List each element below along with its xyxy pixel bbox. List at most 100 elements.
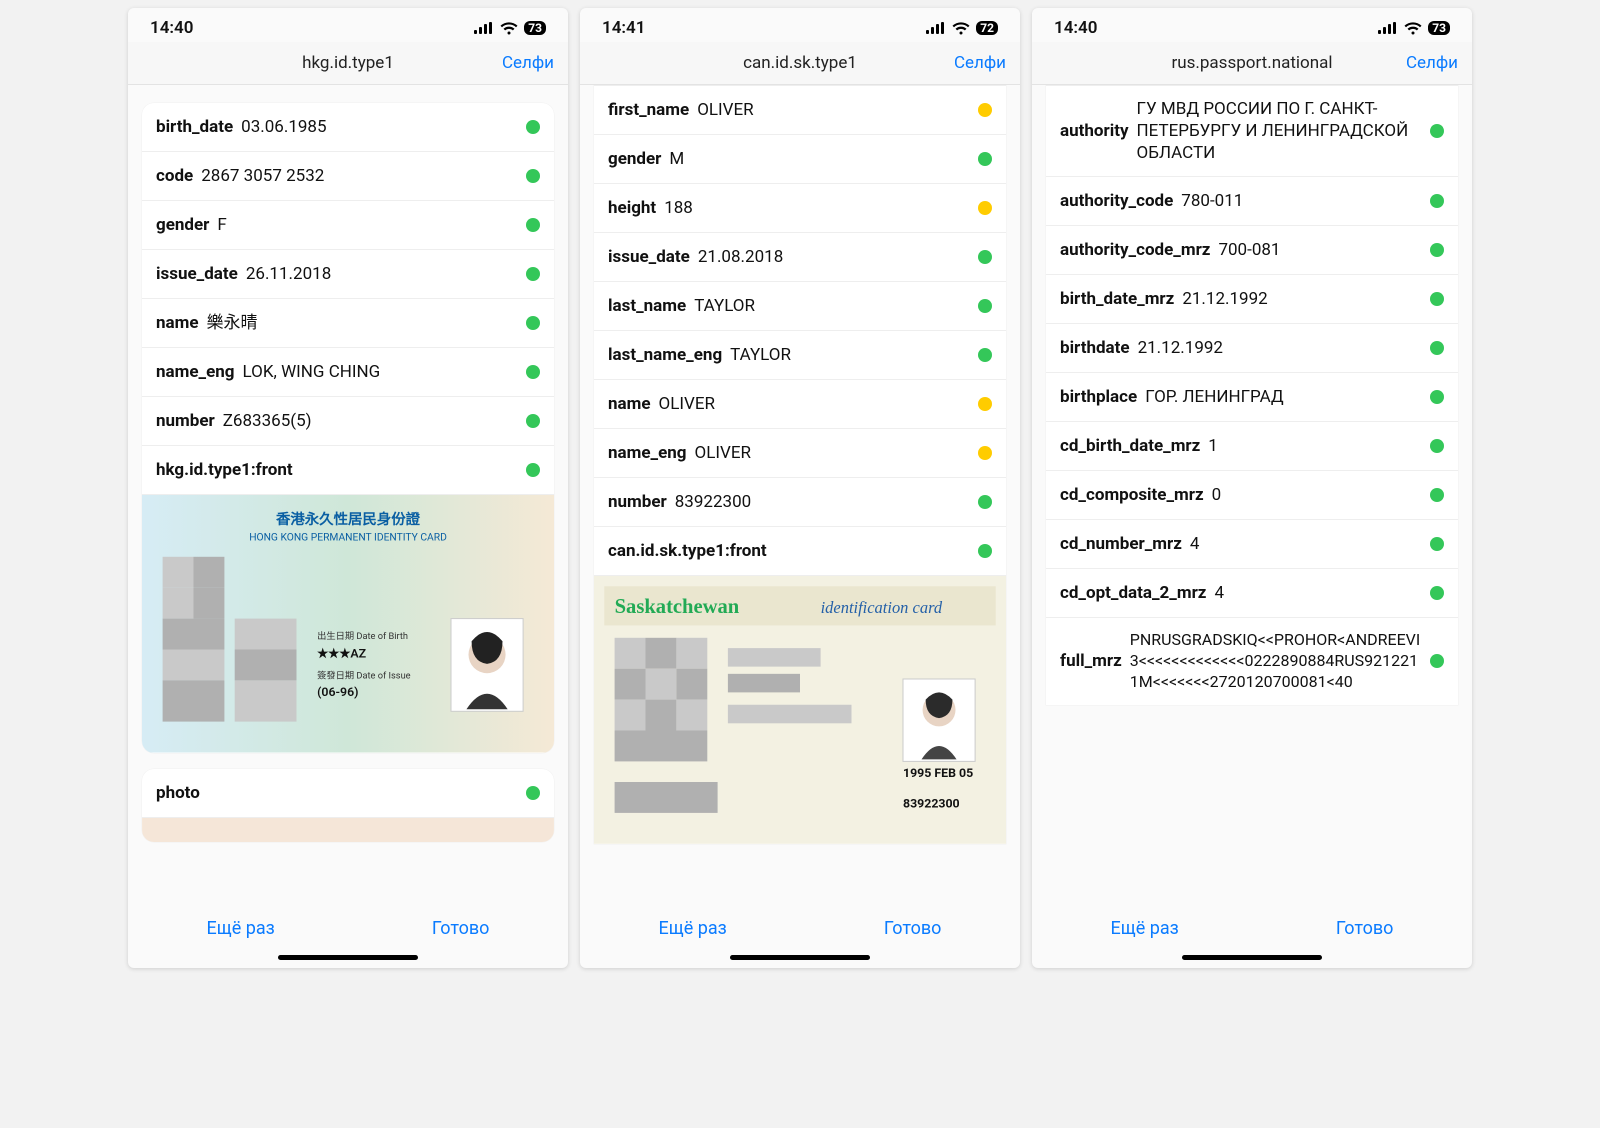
field-row[interactable]: last_nameTAYLOR — [594, 281, 1006, 330]
field-row[interactable]: full_mrzPNRUSGRADSKIQ<<PROHOR<ANDREEVI3<… — [1046, 617, 1458, 704]
stage: 14:40 73 hkg.id.type1 Селфи birth_date03… — [0, 0, 1600, 1128]
field-key: code — [156, 166, 193, 186]
photo-card: photo — [142, 769, 554, 842]
field-row[interactable]: birthdate 21.12.1992 — [1046, 323, 1458, 372]
field-value: F — [217, 214, 518, 236]
field-row[interactable]: cd_composite_mrz0 — [1046, 470, 1458, 519]
field-value: OLIVER — [659, 393, 970, 415]
fields-card: first_nameOLIVER genderM height188 issue… — [594, 85, 1006, 844]
field-key: last_name_eng — [608, 345, 722, 365]
retry-button[interactable]: Ещё раз — [207, 918, 275, 939]
field-value: 2867 3057 2532 — [201, 165, 518, 187]
field-row[interactable]: first_nameOLIVER — [594, 85, 1006, 134]
toolbar: Ещё раз Готово — [128, 902, 568, 949]
field-row[interactable]: height188 — [594, 183, 1006, 232]
field-value: 26.11.2018 — [246, 263, 518, 285]
field-row[interactable]: issue_date21.08.2018 — [594, 232, 1006, 281]
field-value: 4 — [1214, 582, 1422, 604]
home-indicator[interactable] — [1182, 955, 1322, 960]
nav-title: rus.passport.national — [1172, 53, 1333, 73]
hkid-card-image: 香港永久性居民身份證 HONG KONG PERMANENT IDENTITY … — [142, 495, 554, 753]
field-row[interactable]: genderM — [594, 134, 1006, 183]
nav-bar: rus.passport.national Селфи — [1032, 42, 1472, 85]
status-dot — [1430, 243, 1444, 257]
home-indicator[interactable] — [278, 955, 418, 960]
field-key: cd_composite_mrz — [1060, 485, 1204, 505]
field-row[interactable]: numberZ683365(5) — [142, 396, 554, 445]
scroll-area[interactable]: birth_date03.06.1985 code2867 3057 2532 … — [128, 85, 568, 902]
home-indicator[interactable] — [730, 955, 870, 960]
svg-text:HONG KONG PERMANENT IDENTITY C: HONG KONG PERMANENT IDENTITY CARD — [249, 530, 447, 543]
field-row[interactable]: name樂永晴 — [142, 298, 554, 347]
field-row[interactable]: issue_date 26.11.2018 — [142, 249, 554, 298]
field-row[interactable]: birth_date_mrz21.12.1992 — [1046, 274, 1458, 323]
field-key: hkg.id.type1:front — [156, 460, 293, 480]
field-key: gender — [156, 215, 209, 235]
field-key: name_eng — [156, 362, 235, 382]
field-row[interactable]: name_engLOK, WING CHING — [142, 347, 554, 396]
retry-button[interactable]: Ещё раз — [659, 918, 727, 939]
field-row[interactable]: authorityГУ МВД РОССИИ ПО Г. САНКТ-ПЕТЕР… — [1046, 85, 1458, 176]
field-row[interactable]: cd_opt_data_2_mrz4 — [1046, 568, 1458, 617]
status-dot — [1430, 537, 1444, 551]
field-row[interactable]: can.id.sk.type1:front — [594, 526, 1006, 575]
done-button[interactable]: Готово — [884, 918, 942, 939]
field-row[interactable]: gender F — [142, 200, 554, 249]
field-row[interactable]: birthplaceГОР. ЛЕНИНГРАД — [1046, 372, 1458, 421]
id-image-row[interactable]: 香港永久性居民身份證 HONG KONG PERMANENT IDENTITY … — [142, 494, 554, 753]
status-bar: 14:40 73 — [128, 8, 568, 42]
field-row[interactable]: last_name_engTAYLOR — [594, 330, 1006, 379]
field-row[interactable]: hkg.id.type1:front — [142, 445, 554, 494]
field-row[interactable]: authority_code_mrz700-081 — [1046, 225, 1458, 274]
status-dot — [978, 495, 992, 509]
scroll-area[interactable]: authorityГУ МВД РОССИИ ПО Г. САНКТ-ПЕТЕР… — [1032, 85, 1472, 902]
status-dot — [526, 120, 540, 134]
field-row[interactable]: birth_date03.06.1985 — [142, 103, 554, 151]
nav-selfie-button[interactable]: Селфи — [954, 53, 1006, 73]
done-button[interactable]: Готово — [432, 918, 490, 939]
status-dot — [978, 397, 992, 411]
field-key: photo — [156, 783, 200, 803]
field-key: birth_date — [156, 117, 233, 137]
wifi-icon — [1404, 22, 1422, 35]
status-dot — [526, 463, 540, 477]
svg-text:出生日期 Date of Birth: 出生日期 Date of Birth — [317, 630, 408, 642]
scroll-area[interactable]: first_nameOLIVER genderM height188 issue… — [580, 85, 1020, 902]
svg-text:Saskatchewan: Saskatchewan — [615, 596, 740, 618]
phone-1: 14:40 73 hkg.id.type1 Селфи birth_date03… — [128, 8, 568, 968]
field-row[interactable]: number83922300 — [594, 477, 1006, 526]
status-right: 73 — [1378, 21, 1450, 35]
field-value: PNRUSGRADSKIQ<<PROHOR<ANDREEVI3<<<<<<<<<… — [1130, 630, 1422, 692]
nav-selfie-button[interactable]: Селфи — [1406, 53, 1458, 73]
retry-button[interactable]: Ещё раз — [1111, 918, 1179, 939]
status-dot — [1430, 488, 1444, 502]
nav-bar: hkg.id.type1 Селфи — [128, 42, 568, 85]
field-row[interactable]: nameOLIVER — [594, 379, 1006, 428]
svg-text:83922300: 83922300 — [903, 798, 960, 812]
field-value: OLIVER — [695, 442, 970, 464]
id-image-row[interactable]: Saskatchewan identification card 1995 FE — [594, 575, 1006, 844]
nav-title: can.id.sk.type1 — [743, 53, 857, 73]
field-row[interactable]: cd_birth_date_mrz1 — [1046, 421, 1458, 470]
field-value: 83922300 — [675, 491, 970, 513]
status-dot — [1430, 390, 1444, 404]
done-button[interactable]: Готово — [1336, 918, 1394, 939]
field-value: 700-081 — [1218, 239, 1422, 261]
field-key: issue_date — [156, 264, 238, 284]
field-row[interactable]: name_engOLIVER — [594, 428, 1006, 477]
field-key: cd_birth_date_mrz — [1060, 436, 1200, 456]
field-key: birthdate — [1060, 338, 1130, 358]
status-dot — [526, 169, 540, 183]
field-key: number — [156, 411, 215, 431]
status-right: 72 — [926, 21, 998, 35]
field-row[interactable]: authority_code780-011 — [1046, 176, 1458, 225]
field-value: 21.12.1992 — [1138, 337, 1422, 359]
field-key: last_name — [608, 296, 686, 316]
field-row[interactable]: photo — [142, 769, 554, 817]
nav-selfie-button[interactable]: Селфи — [502, 53, 554, 73]
field-row[interactable]: cd_number_mrz4 — [1046, 519, 1458, 568]
wifi-icon — [500, 22, 518, 35]
fields-card: authorityГУ МВД РОССИИ ПО Г. САНКТ-ПЕТЕР… — [1046, 85, 1458, 705]
photo-image-row[interactable] — [142, 817, 554, 842]
field-row[interactable]: code 2867 3057 2532 — [142, 151, 554, 200]
